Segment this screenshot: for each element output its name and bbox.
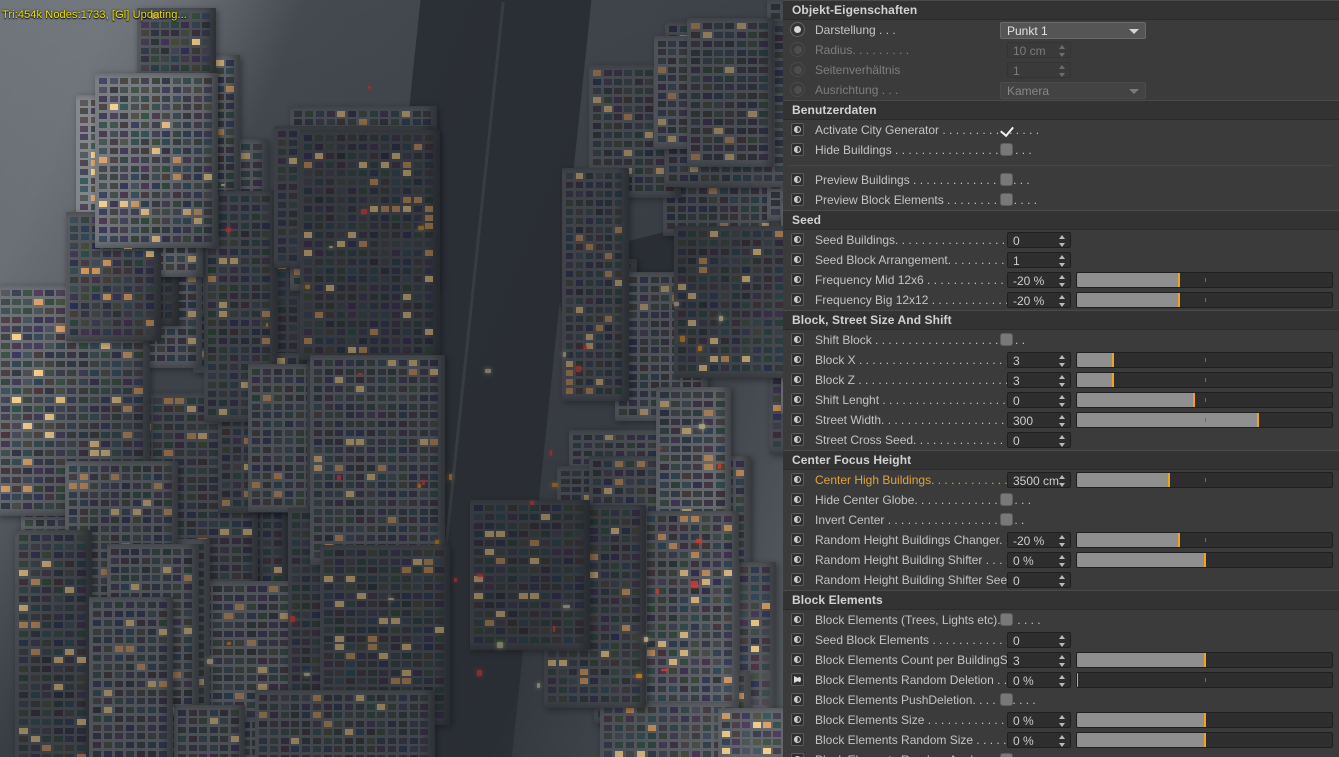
viewport-3d-city[interactable]: Tri:454k Nodes:1733, [Gl] Updating... [0, 0, 783, 757]
app-window: Tri:454k Nodes:1733, [Gl] Updating... Ob… [0, 0, 1339, 757]
